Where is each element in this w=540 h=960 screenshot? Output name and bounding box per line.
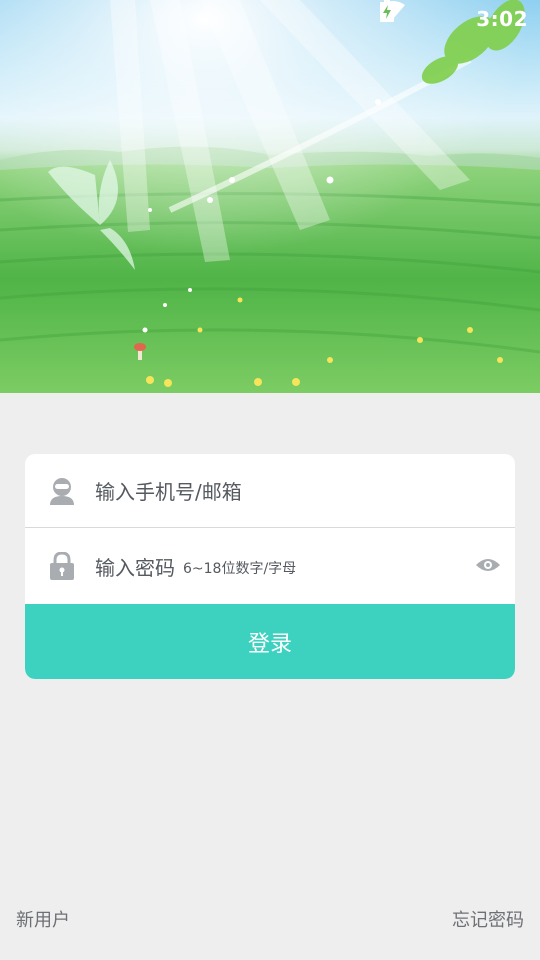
header-landscape-image: 3:02 xyxy=(0,0,540,393)
account-input[interactable]: 输入手机号/邮箱 xyxy=(95,476,242,505)
forgot-password-link[interactable]: 忘记密码 xyxy=(452,906,524,932)
status-time: 3:02 xyxy=(476,7,528,31)
status-bar: 3:02 xyxy=(380,0,540,38)
login-card: 输入手机号/邮箱 输入密码 6~18位数字/字母 登录 xyxy=(25,454,515,679)
eye-icon[interactable] xyxy=(475,555,501,575)
login-button[interactable]: 登录 xyxy=(25,604,515,679)
lock-icon xyxy=(45,549,79,583)
user-icon xyxy=(45,474,79,508)
account-field[interactable]: 输入手机号/邮箱 xyxy=(25,454,515,528)
password-input[interactable]: 输入密码 xyxy=(95,552,175,581)
password-hint: 6~18位数字/字母 xyxy=(183,561,297,577)
password-field[interactable]: 输入密码 6~18位数字/字母 xyxy=(25,529,515,603)
new-user-link[interactable]: 新用户 xyxy=(16,906,70,932)
